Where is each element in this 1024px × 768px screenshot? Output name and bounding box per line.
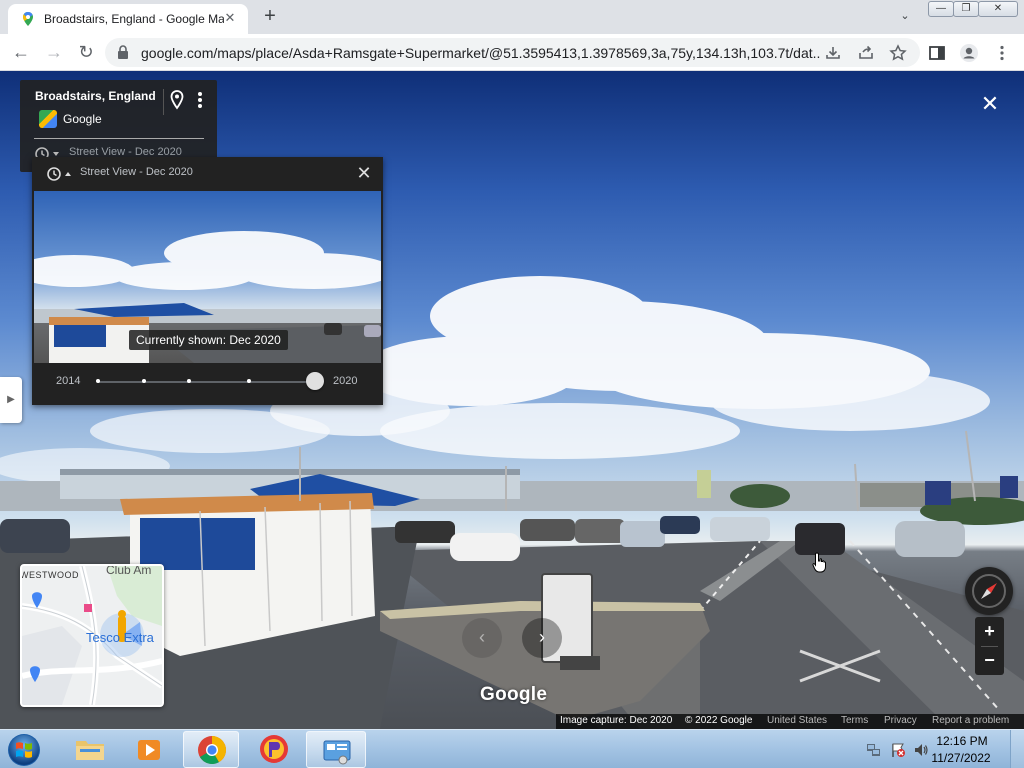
taskbar-paint-button[interactable] bbox=[244, 731, 300, 768]
taskbar-media-player-button[interactable] bbox=[122, 731, 178, 768]
zoom-out-button[interactable]: − bbox=[975, 646, 1004, 675]
google-provider-logo bbox=[39, 110, 57, 128]
window-restore-button[interactable]: ❐ bbox=[953, 1, 979, 17]
pin-icon[interactable] bbox=[170, 90, 184, 110]
taskbar-explorer-button[interactable] bbox=[62, 731, 118, 768]
forward-button[interactable]: → bbox=[42, 41, 66, 65]
timeline-slider-handle[interactable] bbox=[306, 372, 324, 390]
timeline-tick[interactable] bbox=[247, 379, 251, 383]
report-problem-link[interactable]: Report a problem bbox=[932, 715, 1009, 726]
minimap[interactable]: WESTWOOD Club Am Tesco Extra bbox=[20, 564, 164, 707]
close-street-view-icon[interactable]: ✕ bbox=[978, 93, 1002, 117]
back-button[interactable]: ← bbox=[9, 41, 33, 65]
address-bar[interactable]: google.com/maps/place/Asda+Ramsgate+Supe… bbox=[105, 38, 920, 67]
time-machine-date-label: Street View - Dec 2020 bbox=[80, 166, 193, 178]
new-tab-button[interactable]: + bbox=[258, 5, 282, 29]
tab-search-chevron-icon[interactable]: ⌄ bbox=[896, 9, 914, 25]
browser-menu-icon[interactable] bbox=[992, 43, 1012, 63]
terms-link[interactable]: Terms bbox=[841, 715, 868, 726]
browser-tab-active[interactable]: Broadstairs, England - Google Maps ✕ bbox=[8, 4, 248, 34]
currently-shown-label: Currently shown: Dec 2020 bbox=[129, 330, 288, 350]
clock-time[interactable]: 12:16 PM bbox=[932, 734, 992, 748]
timeline-tick[interactable] bbox=[187, 379, 191, 383]
maps-favicon-icon bbox=[23, 12, 33, 26]
card-divider bbox=[163, 89, 164, 115]
side-panel-toggle-button[interactable]: ▶ bbox=[0, 377, 22, 423]
region-link[interactable]: United States bbox=[767, 715, 827, 726]
show-desktop-button[interactable] bbox=[1010, 730, 1024, 768]
timeline-slider-track[interactable] bbox=[98, 381, 315, 383]
card-separator bbox=[34, 138, 204, 139]
time-machine-preview[interactable]: Currently shown: Dec 2020 bbox=[34, 191, 381, 363]
window-minimize-button[interactable]: — bbox=[928, 1, 954, 17]
side-panel-icon[interactable] bbox=[927, 43, 947, 63]
start-button-icon[interactable] bbox=[4, 732, 44, 768]
copyright-text: © 2022 Google bbox=[685, 715, 753, 726]
install-app-icon[interactable] bbox=[823, 43, 843, 63]
navigate-back-arrow[interactable]: ‹ bbox=[462, 618, 502, 658]
action-center-flag-icon[interactable] bbox=[890, 742, 906, 758]
compass-icon[interactable] bbox=[965, 567, 1013, 615]
google-watermark: Google bbox=[480, 684, 548, 705]
browser-toolbar: ← → ↻ google.com/maps/place/Asda+Ramsgat… bbox=[0, 34, 1024, 71]
minimap-label-club: Club Am bbox=[106, 564, 152, 577]
zoom-in-button[interactable]: + bbox=[975, 617, 1004, 646]
bookmark-star-icon[interactable] bbox=[888, 43, 908, 63]
minimap-label-tesco: Tesco Extra bbox=[86, 630, 154, 645]
profile-avatar-icon[interactable] bbox=[959, 43, 979, 63]
windows-taskbar: 12:16 PM 11/27/2022 bbox=[0, 729, 1024, 768]
hand-cursor-icon bbox=[812, 552, 826, 573]
share-icon[interactable] bbox=[856, 43, 876, 63]
close-icon[interactable]: ✕ bbox=[354, 163, 374, 183]
window-close-button[interactable]: ✕ bbox=[978, 1, 1018, 17]
year-end-label: 2020 bbox=[333, 375, 358, 387]
folder-icon bbox=[76, 741, 104, 760]
url-text[interactable]: google.com/maps/place/Asda+Ramsgate+Supe… bbox=[141, 45, 821, 61]
zoom-controls: + − bbox=[975, 617, 1004, 675]
paint-app-icon bbox=[260, 735, 288, 763]
more-vert-icon[interactable] bbox=[195, 89, 205, 111]
navigate-forward-arrow[interactable]: › bbox=[522, 618, 562, 658]
network-icon[interactable] bbox=[866, 742, 882, 758]
chrome-icon bbox=[198, 736, 226, 764]
taskbar-app-button[interactable] bbox=[306, 731, 366, 768]
provider-name: Google bbox=[63, 112, 102, 126]
minimap-label-westwood: WESTWOOD bbox=[20, 570, 79, 580]
time-machine-panel: Street View - Dec 2020 ✕ Currently shown… bbox=[32, 157, 383, 405]
reload-button[interactable]: ↻ bbox=[74, 41, 98, 65]
street-view-panorama[interactable]: Broadstairs, England Google Street View … bbox=[0, 71, 1024, 729]
lock-icon bbox=[118, 45, 128, 59]
image-capture-date: Image capture: Dec 2020 bbox=[560, 715, 673, 726]
timeline-tick[interactable] bbox=[142, 379, 146, 383]
control-panel-icon bbox=[323, 740, 351, 765]
tab-title: Broadstairs, England - Google Maps bbox=[44, 12, 224, 26]
media-player-icon bbox=[138, 740, 160, 760]
year-start-label: 2014 bbox=[56, 375, 81, 387]
history-icon[interactable] bbox=[46, 166, 74, 182]
taskbar-chrome-button[interactable] bbox=[183, 731, 239, 768]
clock-date[interactable]: 11/27/2022 bbox=[926, 751, 996, 765]
tab-close-icon[interactable]: ✕ bbox=[222, 10, 238, 26]
privacy-link[interactable]: Privacy bbox=[884, 715, 917, 726]
location-title: Broadstairs, England bbox=[35, 89, 156, 103]
timeline-tick[interactable] bbox=[96, 379, 100, 383]
attribution-bar: Image capture: Dec 2020 © 2022 Google Un… bbox=[556, 714, 1024, 729]
browser-tabbar: Broadstairs, England - Google Maps ✕ + ⌄… bbox=[0, 0, 1024, 34]
